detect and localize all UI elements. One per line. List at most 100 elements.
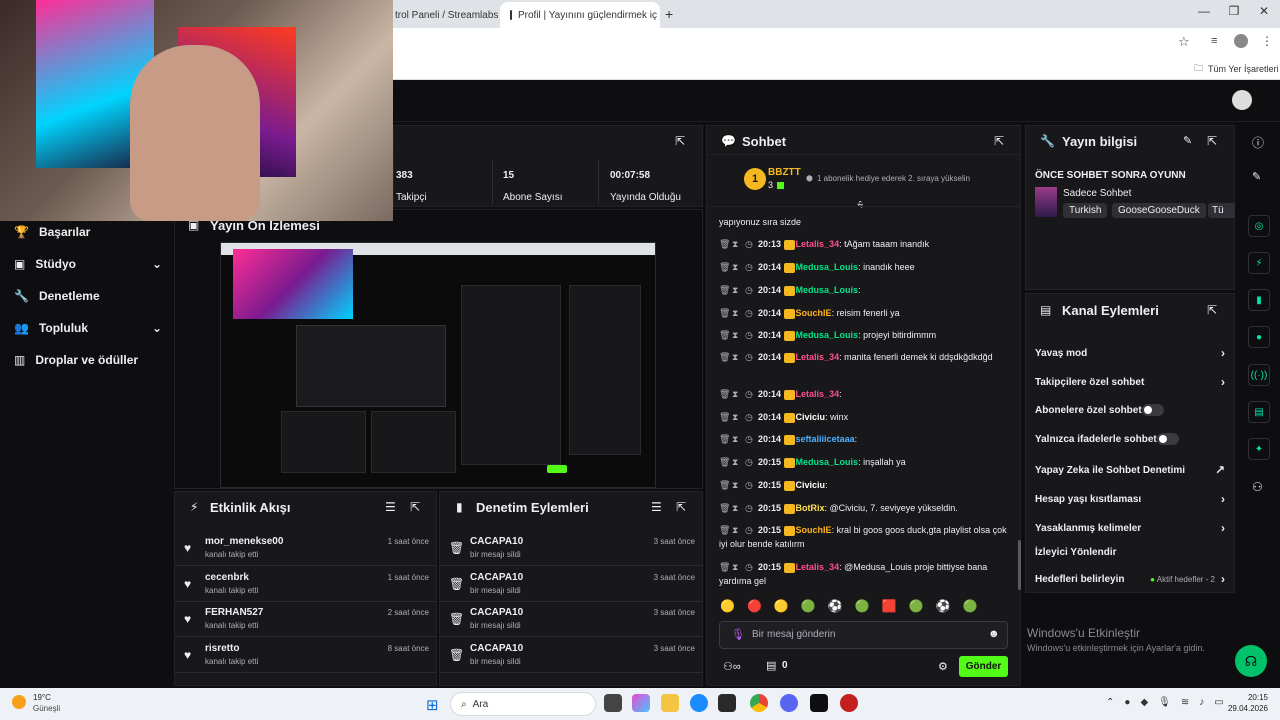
list-item[interactable]: 🗑 CACAPA10 bir mesajı sildi 3 saat önce: [439, 567, 703, 602]
emote-icon[interactable]: 🟡: [720, 599, 747, 613]
popout-icon[interactable]: ⇱: [676, 500, 686, 514]
task-view-icon[interactable]: [604, 694, 622, 712]
clock-icon[interactable]: ◷: [745, 501, 754, 515]
sidebar-item-achievements[interactable]: 🏆 Başarılar: [14, 222, 162, 242]
tray-icon[interactable]: ◆: [1140, 697, 1158, 708]
chat-message[interactable]: 🗑 ⧗ ◷ 20:15 BotRix: @Civiciu, 7. seviyeye y…: [719, 501, 1009, 515]
send-button[interactable]: Gönder: [959, 656, 1008, 677]
popout-icon[interactable]: ⇱: [1207, 134, 1217, 148]
emote-icon[interactable]: ⚽: [936, 599, 963, 613]
clock-icon[interactable]: ◷: [745, 523, 754, 537]
emoji-icon[interactable]: ☻: [988, 628, 1000, 640]
message-username[interactable]: Letalis_34: [796, 352, 840, 362]
weather-temp[interactable]: 19°C: [33, 693, 51, 702]
delete-icon[interactable]: 🗑: [719, 523, 730, 537]
sidebar-item-moderation[interactable]: 🔧 Denetleme: [14, 286, 162, 306]
channel-action-item[interactable]: Yasaklanmış kelimeler ›: [1035, 521, 1225, 535]
kick-icon[interactable]: [810, 694, 828, 712]
rail-button[interactable]: ▤: [1248, 401, 1270, 423]
mic-icon[interactable]: 🎙: [731, 628, 745, 641]
message-username[interactable]: Medusa_Louis: [796, 330, 859, 340]
delete-icon[interactable]: 🗑: [719, 387, 730, 401]
menu-icon[interactable]: ⋮: [1261, 34, 1273, 48]
emote-icon[interactable]: 🟥: [882, 599, 909, 613]
timeout-icon[interactable]: ⧗: [732, 432, 741, 446]
timeout-icon[interactable]: ⧗: [732, 560, 741, 574]
file-explorer-icon[interactable]: [661, 694, 679, 712]
emote-icon[interactable]: 🟢: [963, 599, 990, 613]
gear-icon[interactable]: ⚙: [938, 660, 948, 673]
message-username[interactable]: BotRix: [796, 503, 825, 513]
users-icon[interactable]: ⚇: [1252, 480, 1263, 494]
timeout-icon[interactable]: ⧗: [732, 455, 741, 469]
chat-message[interactable]: 🗑 ⧗ ◷ 20:14 SouchIE: reisim fenerli ya: [719, 306, 1009, 320]
filter-icon[interactable]: ☰: [651, 500, 662, 514]
delete-icon[interactable]: 🗑: [719, 283, 730, 297]
timeout-icon[interactable]: ⧗: [732, 306, 741, 320]
leader-name[interactable]: BBZTT: [768, 167, 801, 178]
clock-icon[interactable]: ◷: [745, 328, 754, 342]
users-icon[interactable]: ⚇∞: [723, 660, 741, 673]
clock-icon[interactable]: ◷: [745, 410, 754, 424]
clock-icon[interactable]: ◷: [745, 283, 754, 297]
emote-icon[interactable]: 🔴: [747, 599, 774, 613]
new-tab-button[interactable]: +: [665, 6, 673, 22]
sidebar-item-drops[interactable]: ▥ Droplar ve ödüller: [14, 350, 162, 370]
clock-icon[interactable]: ◷: [745, 350, 754, 364]
star-icon[interactable]: ☆: [1178, 34, 1190, 50]
list-item[interactable]: 🗑 CACAPA10 bir mesajı sildi 3 saat önce: [439, 531, 703, 566]
tray-icon[interactable]: ●: [1124, 697, 1140, 708]
chat-message[interactable]: 🗑 ⧗ ◷ 20:14 seftaliiicetaaa:: [719, 432, 1009, 446]
timeout-icon[interactable]: ⧗: [732, 501, 741, 515]
clock-icon[interactable]: ◷: [745, 387, 754, 401]
close-window-button[interactable]: ✕: [1254, 4, 1274, 18]
popout-icon[interactable]: ⇱: [1207, 303, 1217, 317]
delete-icon[interactable]: 🗑: [719, 501, 730, 515]
message-username[interactable]: Letalis_34: [796, 389, 840, 399]
timeout-icon[interactable]: ⧗: [732, 350, 741, 364]
chevron-up-icon[interactable]: ⌃: [1106, 697, 1124, 708]
delete-icon[interactable]: 🗑: [719, 432, 730, 446]
timeout-icon[interactable]: ⧗: [732, 478, 741, 492]
delete-icon[interactable]: 🗑: [719, 237, 730, 251]
chat-message[interactable]: 🗑 ⧗ ◷ 20:14 Civiciu: winx: [719, 410, 1009, 424]
chat-message[interactable]: 🗑 ⧗ ◷ 20:14 Medusa_Louis:: [719, 283, 1009, 297]
channel-action-item[interactable]: İzleyici Yönlendir: [1035, 547, 1225, 558]
popout-icon[interactable]: ⇱: [675, 134, 685, 148]
delete-icon[interactable]: 🗑: [719, 328, 730, 342]
clock-icon[interactable]: ◷: [745, 560, 754, 574]
chat-message[interactable]: 🗑 ⧗ ◷ 20:15 Civiciu:: [719, 478, 1009, 492]
rail-button[interactable]: ▮: [1248, 289, 1270, 311]
popout-icon[interactable]: ⇱: [994, 134, 1004, 148]
delete-icon[interactable]: 🗑: [719, 260, 730, 274]
timeout-icon[interactable]: ⧗: [732, 328, 741, 342]
list-item[interactable]: 🗑 CACAPA10 bir mesajı sildi 3 saat önce: [439, 638, 703, 673]
chat-message[interactable]: 🗑 ⧗ ◷ 20:14 Letalis_34: manita fenerli deme…: [719, 350, 1009, 364]
system-tray[interactable]: ⌃●◆🎙≋♪▭: [1106, 697, 1234, 708]
tab-streamlabs[interactable]: trol Paneli / Streamlabs ×: [385, 2, 500, 28]
delete-icon[interactable]: 🗑: [719, 455, 730, 469]
channel-action-item[interactable]: Hedefleri belirleyin ● Aktif hedefler - 2…: [1035, 572, 1225, 586]
tab-profile[interactable]: Profil | Yayınını güçlendirmek iç ×: [500, 2, 660, 28]
channel-action-item[interactable]: Abonelere özel sohbet: [1035, 404, 1225, 416]
delete-icon[interactable]: 🗑: [719, 560, 730, 574]
toggle-switch[interactable]: [1156, 433, 1179, 445]
channel-action-item[interactable]: Hesap yaşı kısıtlaması ›: [1035, 492, 1225, 506]
info-icon[interactable]: ⓘ: [1252, 134, 1264, 151]
list-item[interactable]: ♥ mor_menekse00 kanalı takip etti 1 saat…: [174, 531, 437, 566]
rail-button[interactable]: ◎: [1248, 215, 1270, 237]
clock-icon[interactable]: ◷: [745, 237, 754, 251]
clock-time[interactable]: 20:15: [1246, 693, 1268, 702]
wifi-icon[interactable]: ≋: [1181, 697, 1199, 708]
message-username[interactable]: SouchIE: [796, 308, 832, 318]
list-item[interactable]: 🗑 CACAPA10 bir mesajı sildi 3 saat önce: [439, 602, 703, 637]
edit-icon[interactable]: ✎: [1252, 170, 1261, 183]
emote-icon[interactable]: ⚽: [828, 599, 855, 613]
sidebar-item-studio[interactable]: ▣ Stüdyo ⌄: [14, 254, 162, 274]
channel-action-item[interactable]: Yapay Zeka ile Sohbet Denetimi ↗: [1035, 463, 1225, 477]
edit-icon[interactable]: ✎: [1183, 134, 1192, 147]
sidebar-item-community[interactable]: 👥 Topluluk ⌄: [14, 318, 162, 338]
message-username[interactable]: Letalis_34: [796, 239, 840, 249]
chat-message[interactable]: 🗑 ⧗ ◷ 20:14 Medusa_Louis: inandık heee: [719, 260, 1009, 274]
timeout-icon[interactable]: ⧗: [732, 410, 741, 424]
